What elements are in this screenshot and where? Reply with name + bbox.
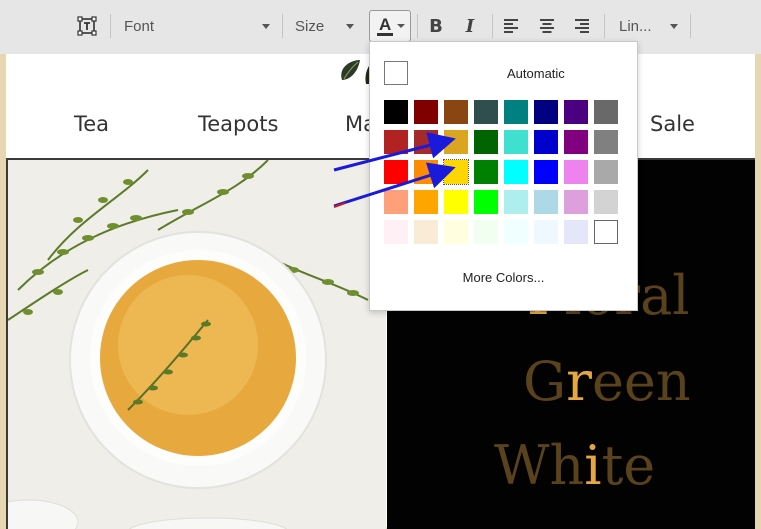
color-swatch[interactable] — [474, 130, 498, 154]
align-right-button[interactable] — [570, 10, 594, 42]
svg-text:A: A — [379, 15, 391, 34]
line-spacing-dropdown[interactable]: Lin... — [610, 10, 686, 42]
toolbar-divider — [110, 14, 111, 38]
toolbar-divider — [604, 14, 605, 38]
color-swatch[interactable] — [504, 100, 528, 124]
color-swatch[interactable] — [414, 190, 438, 214]
nav-item-sale[interactable]: Sale — [650, 112, 695, 136]
color-swatch[interactable] — [534, 160, 558, 184]
color-swatch[interactable] — [414, 220, 438, 244]
size-dropdown[interactable]: Size — [286, 10, 362, 42]
color-swatch[interactable] — [384, 220, 408, 244]
color-swatch[interactable] — [564, 220, 588, 244]
toolbar-divider — [492, 14, 493, 38]
color-swatch[interactable] — [564, 190, 588, 214]
banner-line-3: Green — [523, 350, 691, 413]
font-color-icon: A — [377, 15, 405, 36]
align-center-button[interactable] — [535, 10, 559, 42]
chevron-down-icon — [670, 24, 678, 29]
toolbar-divider — [690, 14, 691, 38]
color-swatch[interactable] — [474, 160, 498, 184]
color-swatch[interactable] — [384, 100, 408, 124]
color-swatch[interactable] — [534, 220, 558, 244]
automatic-color-label[interactable]: Automatic — [507, 66, 565, 81]
font-color-picker: Automatic More Colors... — [369, 41, 638, 311]
color-swatch[interactable] — [504, 220, 528, 244]
color-swatch[interactable] — [504, 130, 528, 154]
color-swatch[interactable] — [414, 160, 438, 184]
color-swatch[interactable] — [443, 159, 469, 185]
size-dropdown-label: Size — [295, 17, 325, 35]
italic-icon: I — [465, 15, 475, 37]
nav-item-teapots[interactable]: Teapots — [198, 112, 278, 136]
color-swatch[interactable] — [504, 190, 528, 214]
automatic-color-swatch[interactable] — [384, 61, 408, 85]
color-swatch[interactable] — [474, 220, 498, 244]
text-frame-icon — [77, 16, 97, 36]
color-swatch[interactable] — [564, 130, 588, 154]
color-swatch[interactable] — [474, 100, 498, 124]
color-swatch[interactable] — [384, 190, 408, 214]
color-swatch[interactable] — [384, 130, 408, 154]
align-left-button[interactable] — [499, 10, 523, 42]
color-swatch[interactable] — [414, 100, 438, 124]
align-left-icon — [504, 19, 518, 33]
toolbar-divider — [417, 14, 418, 38]
color-swatch[interactable] — [564, 160, 588, 184]
tea-cup-image — [6, 160, 386, 529]
more-colors-button[interactable]: More Colors... — [370, 270, 637, 285]
color-swatch[interactable] — [384, 160, 408, 184]
color-swatch[interactable] — [594, 160, 618, 184]
font-color-button[interactable]: A — [369, 10, 411, 42]
color-swatch[interactable] — [414, 130, 438, 154]
nav-item-tea[interactable]: Tea — [74, 112, 109, 136]
color-swatch[interactable] — [444, 190, 468, 214]
line-spacing-label: Lin... — [619, 17, 652, 35]
font-dropdown-label: Font — [124, 17, 155, 35]
bold-icon: B — [429, 15, 443, 37]
color-swatch[interactable] — [594, 100, 618, 124]
color-swatch[interactable] — [444, 220, 468, 244]
color-swatch[interactable] — [564, 100, 588, 124]
color-swatch[interactable] — [594, 220, 618, 244]
color-swatch[interactable] — [444, 130, 468, 154]
chevron-down-icon — [346, 24, 354, 29]
color-swatch[interactable] — [534, 130, 558, 154]
color-swatch[interactable] — [474, 190, 498, 214]
color-swatch[interactable] — [594, 130, 618, 154]
tea-cup-illustration — [8, 160, 386, 529]
text-frame-button[interactable] — [74, 10, 100, 42]
banner-line-4: White — [494, 434, 656, 497]
align-center-icon — [540, 19, 554, 33]
color-swatch[interactable] — [534, 100, 558, 124]
color-swatch[interactable] — [594, 190, 618, 214]
font-dropdown[interactable]: Font — [116, 10, 276, 42]
align-right-icon — [575, 19, 589, 33]
color-swatch[interactable] — [534, 190, 558, 214]
bold-button[interactable]: B — [424, 10, 448, 42]
chevron-down-icon — [262, 24, 270, 29]
toolbar-divider — [282, 14, 283, 38]
italic-button[interactable]: I — [458, 10, 482, 42]
color-swatch[interactable] — [504, 160, 528, 184]
color-swatch[interactable] — [444, 100, 468, 124]
